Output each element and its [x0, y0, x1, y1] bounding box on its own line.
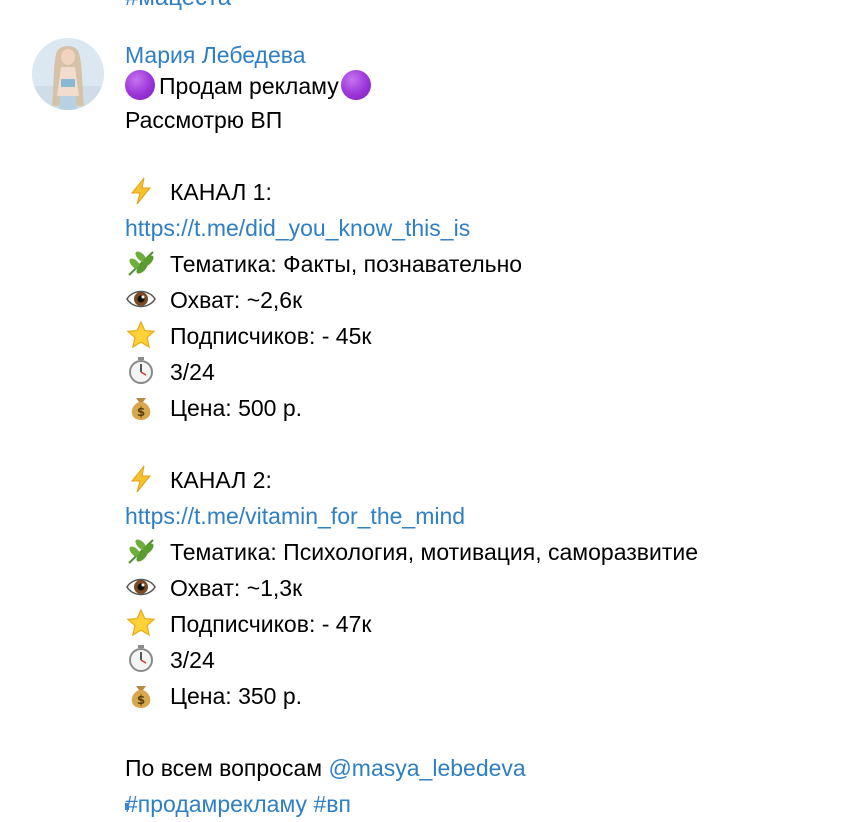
- channel-1-price: Цена: 500 р.: [170, 395, 303, 421]
- channel-1-link[interactable]: https://t.me/did_you_know_this_is: [125, 215, 470, 241]
- stopwatch-icon: [125, 357, 157, 385]
- message-title-line: Продам рекламу: [125, 70, 840, 102]
- channel-2-time: 3/24: [170, 647, 215, 673]
- channel-2-price: Цена: 350 р.: [170, 683, 303, 709]
- svg-text:$: $: [137, 405, 145, 419]
- channel-1-time-line: 3/24: [125, 354, 840, 390]
- star-icon: [125, 321, 157, 349]
- channel-2-time-line: 3/24: [125, 642, 840, 678]
- contact-line: По всем вопросам @masya_lebedeva: [125, 750, 840, 786]
- message-title: Продам рекламу: [159, 73, 339, 99]
- lightning-icon: [125, 465, 157, 493]
- contact-mention[interactable]: @masya_lebedeva: [328, 755, 525, 781]
- channel-2-price-line: $ Цена: 350 р.: [125, 678, 840, 714]
- purple-circle-icon: [340, 70, 371, 100]
- avatar-photo: [32, 38, 104, 110]
- money-bag-icon: $: [125, 681, 157, 709]
- star-icon: [125, 609, 157, 637]
- eye-icon: [125, 573, 157, 601]
- hashtags-line: #продамрекламу #вп: [125, 786, 840, 822]
- channel-1-heading-line: КАНАЛ 1:: [125, 174, 840, 210]
- channel-2-reach: Охват: ~1,3к: [170, 575, 303, 601]
- hashtag-prodamreklamu[interactable]: #продамрекламу: [125, 791, 307, 817]
- previous-message-hashtag[interactable]: #мацеста: [125, 0, 231, 10]
- lightning-icon: [125, 177, 157, 205]
- channel-2-reach-line: Охват: ~1,3к: [125, 570, 840, 606]
- channel-1-topic-line: Тематика: Факты, познавательно: [125, 246, 840, 282]
- channel-1-subscribers: Подписчиков: - 45к: [170, 323, 372, 349]
- channel-2-link[interactable]: https://t.me/vitamin_for_the_mind: [125, 503, 465, 529]
- channel-1-subscribers-line: Подписчиков: - 45к: [125, 318, 840, 354]
- channel-2-heading: КАНАЛ 2:: [170, 467, 272, 493]
- channel-2-subscribers: Подписчиков: - 47к: [170, 611, 372, 637]
- contact-text: По всем вопросам: [125, 755, 323, 781]
- channel-2-topic-line: Тематика: Психология, мотивация, самораз…: [125, 534, 840, 570]
- message-subtitle: Рассмотрю ВП: [125, 107, 283, 133]
- channel-2-topic: Тематика: Психология, мотивация, самораз…: [170, 539, 699, 565]
- stopwatch-icon: [125, 645, 157, 673]
- channel-2-subscribers-line: Подписчиков: - 47к: [125, 606, 840, 642]
- eye-icon: [125, 285, 157, 313]
- avatar[interactable]: [32, 38, 104, 110]
- channel-1-price-line: $ Цена: 500 р.: [125, 390, 840, 426]
- channel-1-time: 3/24: [170, 359, 215, 385]
- channel-1-heading: КАНАЛ 1:: [170, 179, 272, 205]
- herb-icon: [125, 537, 157, 565]
- hashtag-vp[interactable]: #вп: [313, 791, 350, 817]
- svg-text:$: $: [137, 693, 145, 707]
- channel-2-heading-line: КАНАЛ 2:: [125, 462, 840, 498]
- author-name[interactable]: Мария Лебедева: [125, 40, 840, 70]
- channel-1-link-line: https://t.me/did_you_know_this_is: [125, 210, 840, 246]
- herb-icon: [125, 249, 157, 277]
- channel-1-reach: Охват: ~2,6к: [170, 287, 303, 313]
- message: Мария Лебедева Продам рекламу Рассмотрю …: [125, 40, 840, 822]
- money-bag-icon: $: [125, 393, 157, 421]
- purple-circle-icon: [125, 70, 155, 100]
- channel-2-link-line: https://t.me/vitamin_for_the_mind: [125, 498, 840, 534]
- next-message-edge: [125, 803, 129, 810]
- channel-1-topic: Тематика: Факты, познавательно: [170, 251, 523, 277]
- channel-1-reach-line: Охват: ~2,6к: [125, 282, 840, 318]
